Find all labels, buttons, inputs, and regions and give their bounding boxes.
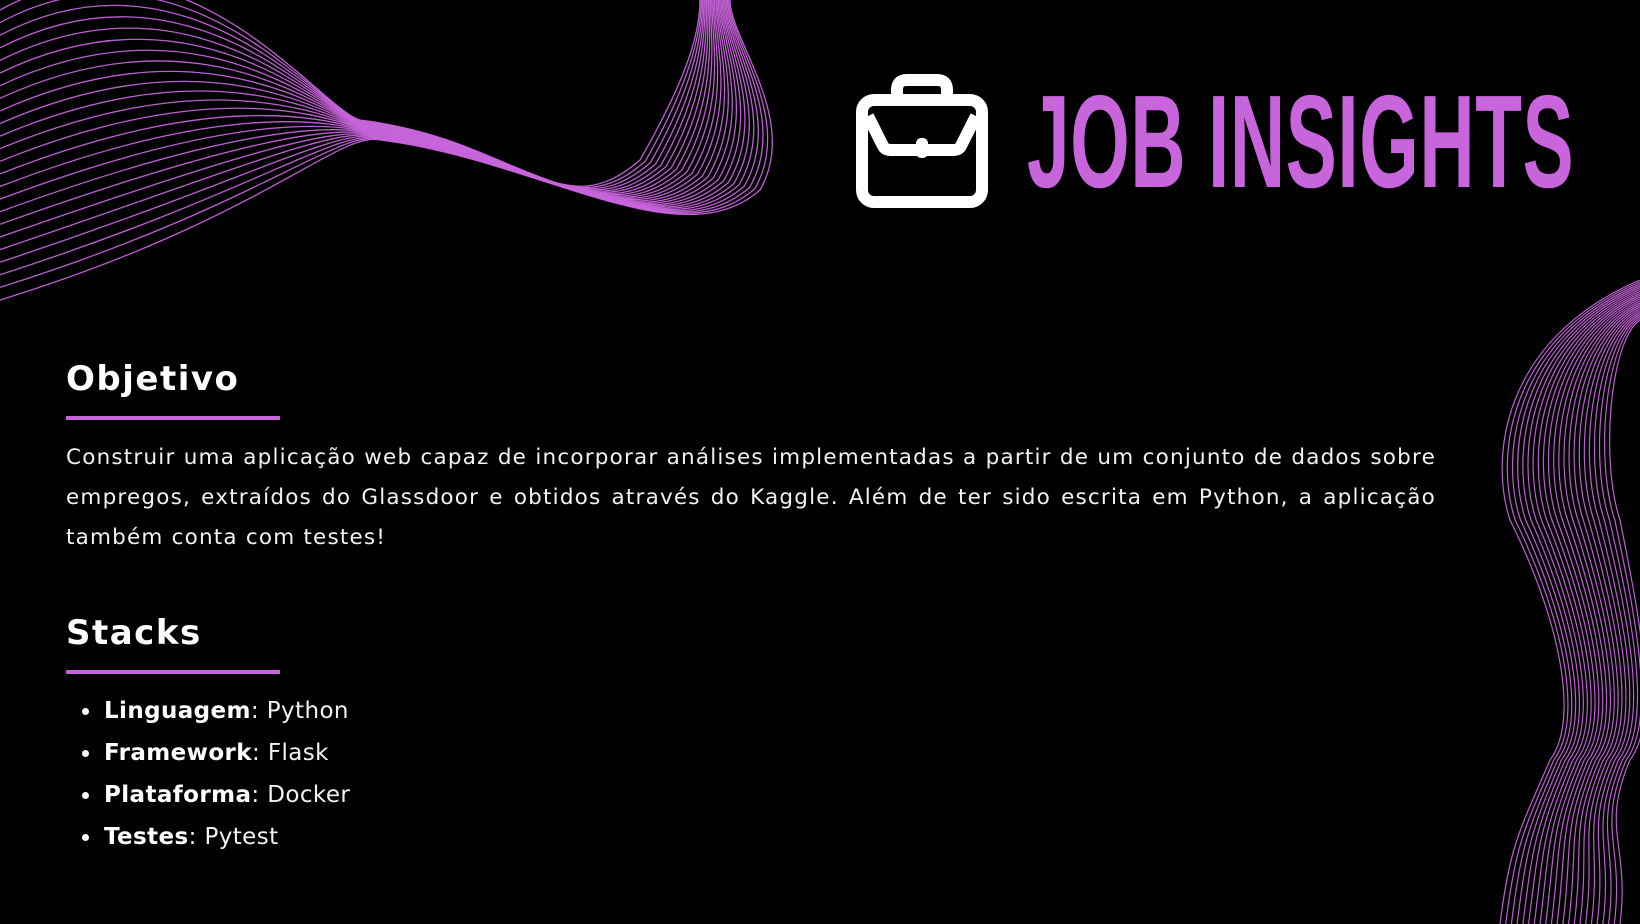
objective-section: Objetivo Construir uma aplicação web cap…	[66, 362, 1436, 558]
stacks-underline	[66, 670, 280, 674]
wave-line	[1573, 306, 1640, 924]
briefcase-icon	[856, 74, 988, 208]
stack-sep: :	[250, 698, 267, 724]
stacks-section: Stacks Linguagem: Python Framework: Flas…	[66, 616, 566, 858]
stack-key: Testes	[104, 824, 189, 850]
stack-value: Docker	[267, 782, 351, 808]
wave-line	[1568, 304, 1640, 924]
stack-key: Framework	[104, 740, 252, 766]
wave-line	[0, 0, 773, 301]
wave-lines-right	[1499, 280, 1640, 924]
stack-sep: :	[188, 824, 205, 850]
bullet-icon	[82, 708, 89, 715]
stacks-list: Linguagem: Python Framework: Flask Plata…	[66, 690, 566, 858]
wave-line	[0, 0, 769, 289]
bullet-icon	[82, 834, 89, 841]
wave-line	[0, 0, 722, 201]
wave-line	[0, 0, 711, 196]
wave-line	[0, 0, 702, 188]
wave-line	[0, 0, 719, 200]
wave-line	[0, 0, 706, 192]
list-item: Framework: Flask	[82, 732, 566, 774]
stack-sep: :	[251, 782, 268, 808]
wave-line	[1598, 315, 1640, 924]
wave-line	[1537, 292, 1640, 924]
wave-line	[0, 0, 738, 206]
wave-line	[0, 0, 701, 187]
wave-line	[0, 0, 726, 202]
wave-line	[1558, 300, 1640, 924]
wave-line	[0, 0, 750, 238]
wave-line	[1578, 308, 1640, 924]
wave-line	[0, 0, 713, 197]
wave-line	[0, 0, 704, 190]
objective-underline	[66, 416, 280, 420]
wave-line	[0, 0, 755, 251]
list-item: Linguagem: Python	[82, 690, 566, 732]
stack-value: Flask	[267, 740, 329, 766]
wave-line	[0, 0, 708, 193]
wave-line	[0, 0, 764, 276]
wave-line	[0, 0, 733, 204]
bullet-icon	[82, 792, 89, 799]
wave-line	[1588, 311, 1640, 924]
wave-line	[1532, 290, 1640, 924]
wave-line	[1563, 302, 1640, 924]
wave-line	[0, 0, 705, 191]
wave-line	[0, 0, 709, 195]
wave-line	[0, 0, 729, 203]
wave-lines-top-left	[0, 0, 773, 301]
wave-line	[1516, 285, 1640, 924]
wave-line	[1609, 319, 1640, 924]
wave-line	[1553, 298, 1640, 924]
wave-line	[1583, 309, 1640, 924]
wave-line	[1547, 296, 1640, 924]
wave-line	[1522, 287, 1640, 924]
stack-key: Linguagem	[104, 698, 251, 724]
wave-line	[0, 0, 759, 263]
header: JOB INSIGHTS	[855, 68, 1575, 215]
wave-line	[0, 0, 746, 225]
objective-heading: Objetivo	[66, 359, 240, 399]
app-title: JOB INSIGHTS	[1027, 68, 1575, 215]
stacks-heading: Stacks	[66, 613, 202, 653]
list-item: Plataforma: Docker	[82, 774, 566, 816]
list-item: Testes: Pytest	[82, 816, 566, 858]
wave-line	[1593, 313, 1640, 924]
stack-sep: :	[251, 740, 268, 766]
stack-key: Plataforma	[104, 782, 252, 808]
wave-line	[1499, 280, 1640, 924]
wave-line	[1505, 281, 1640, 924]
wave-line	[1542, 294, 1640, 924]
stack-value: Python	[266, 698, 349, 724]
wave-line	[1604, 317, 1640, 924]
objective-text: Construir uma aplicação web capaz de inc…	[66, 445, 1436, 550]
wave-line	[0, 0, 742, 213]
wave-line	[1510, 283, 1640, 924]
wave-line	[0, 0, 716, 198]
bullet-icon	[82, 750, 89, 757]
stack-value: Pytest	[204, 824, 279, 850]
wave-line	[1527, 288, 1640, 924]
